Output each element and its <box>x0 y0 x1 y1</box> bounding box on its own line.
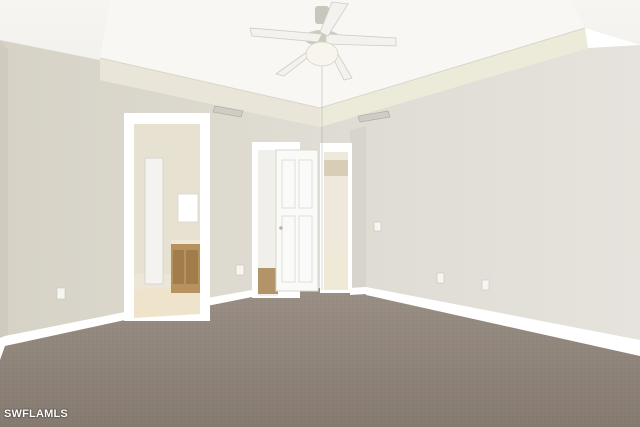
outlet-right-1 <box>436 272 445 284</box>
door-knob[interactable] <box>279 226 283 230</box>
watermark-text: SWFLAMLS <box>4 408 68 420</box>
light-switch <box>373 221 382 232</box>
closet-doorway[interactable] <box>252 142 319 298</box>
hall-doorway[interactable] <box>320 143 352 293</box>
bathroom-mirror <box>177 193 199 223</box>
bathroom-doorway[interactable] <box>124 113 210 321</box>
outlet-switch <box>235 264 245 276</box>
outlet-left <box>56 287 66 300</box>
left-edge-wall <box>0 40 8 340</box>
bathroom-inner-door[interactable] <box>144 157 164 285</box>
outlet-right-2 <box>481 279 490 291</box>
bedroom-photo <box>0 0 640 427</box>
wall-column <box>350 126 366 292</box>
